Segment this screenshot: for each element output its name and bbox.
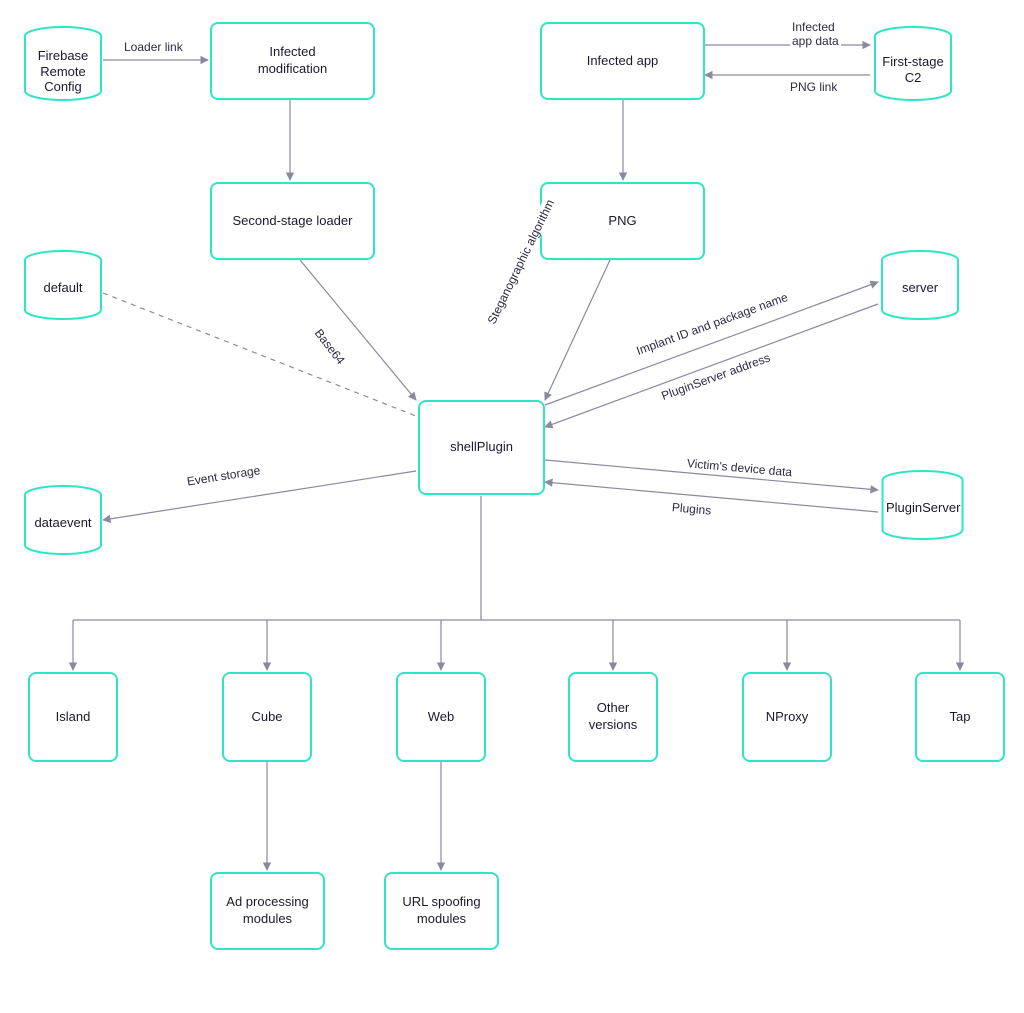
label-stego: Steganographic algorithm <box>484 195 558 328</box>
node-ad-processing-label: Ad processingmodules <box>226 894 308 928</box>
node-shellplugin: shellPlugin <box>418 400 545 495</box>
node-web: Web <box>396 672 486 762</box>
label-eventstorage: Event storage <box>184 463 263 489</box>
node-firebase-label: FirebaseRemoteConfig <box>23 48 103 95</box>
node-infected-mod: Infectedmodification <box>210 22 375 100</box>
node-firststage-c2-label: First-stageC2 <box>873 54 953 85</box>
node-other-versions: Otherversions <box>568 672 658 762</box>
node-other-versions-label: Otherversions <box>589 700 637 734</box>
node-cube: Cube <box>222 672 312 762</box>
label-victimdevice: Victim's device data <box>684 456 794 479</box>
node-cube-label: Cube <box>251 709 282 726</box>
node-shellplugin-label: shellPlugin <box>450 439 513 456</box>
node-island-label: Island <box>56 709 91 726</box>
node-firststage-c2: First-stageC2 <box>873 26 953 101</box>
node-infected-app: Infected app <box>540 22 705 100</box>
node-ad-processing: Ad processingmodules <box>210 872 325 950</box>
node-url-spoofing-label: URL spoofingmodules <box>402 894 480 928</box>
node-second-stage-label: Second-stage loader <box>233 213 353 230</box>
label-infected-appdata: Infectedapp data <box>790 20 841 49</box>
label-loaderlink: Loader link <box>122 40 185 54</box>
node-default: default <box>23 250 103 320</box>
node-dataevent-label: dataevent <box>23 515 103 531</box>
node-firebase: FirebaseRemoteConfig <box>23 26 103 101</box>
node-dataevent: dataevent <box>23 485 103 555</box>
label-base64: Base64 <box>310 325 349 369</box>
node-infected-mod-label: Infectedmodification <box>258 44 327 78</box>
node-url-spoofing: URL spoofingmodules <box>384 872 499 950</box>
node-server: server <box>880 250 960 320</box>
node-default-label: default <box>23 280 103 296</box>
node-second-stage: Second-stage loader <box>210 182 375 260</box>
label-plugins: Plugins <box>669 500 713 518</box>
node-nproxy: NProxy <box>742 672 832 762</box>
node-png-label: PNG <box>608 213 636 230</box>
node-tap: Tap <box>915 672 1005 762</box>
node-infected-app-label: Infected app <box>587 53 659 70</box>
node-island: Island <box>28 672 118 762</box>
label-pnglink: PNG link <box>788 80 839 94</box>
label-pluginsrvaddr: PluginServer address <box>658 350 774 404</box>
label-implantid: Implant ID and package name <box>633 289 792 358</box>
node-web-label: Web <box>428 709 455 726</box>
node-pluginserver: PluginServer <box>880 470 965 540</box>
node-nproxy-label: NProxy <box>766 709 809 726</box>
node-pluginserver-label: PluginServer <box>880 500 965 516</box>
node-server-label: server <box>880 280 960 296</box>
edges-layer <box>0 0 1024 1013</box>
node-tap-label: Tap <box>950 709 971 726</box>
node-png: PNG <box>540 182 705 260</box>
